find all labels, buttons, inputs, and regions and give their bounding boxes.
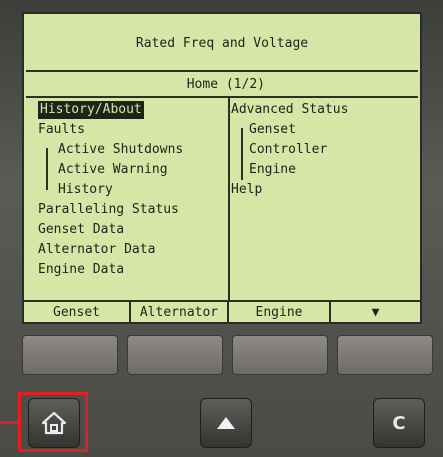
tree-connector-faults: [46, 148, 48, 190]
menu-item-history[interactable]: History: [38, 180, 226, 200]
menu-item-controller[interactable]: Controller: [231, 140, 411, 160]
c-button[interactable]: C: [373, 398, 425, 448]
triangle-up-icon: [217, 417, 235, 429]
soft-label-engine: Engine: [229, 302, 331, 324]
soft-label-alternator: Alternator: [131, 302, 229, 324]
up-button[interactable]: [200, 398, 252, 448]
home-icon: [41, 411, 67, 435]
menu-item-active-warning[interactable]: Active Warning: [38, 160, 226, 180]
soft-label-more: ▼: [371, 305, 380, 320]
soft-key-3-button[interactable]: [232, 335, 328, 375]
left-menu-list: History/About Faults Active Shutdowns Ac…: [38, 100, 226, 280]
soft-label-genset: Genset: [24, 302, 131, 324]
lcd-screen: Rated Freq and Voltage Home (1/2) Histor…: [22, 12, 422, 324]
home-button[interactable]: [28, 398, 80, 448]
right-menu-list: Advanced Status Genset Controller Engine…: [231, 100, 411, 200]
screen-title: Rated Freq and Voltage: [135, 36, 309, 51]
menu-item-paralleling-status[interactable]: Paralleling Status: [38, 200, 226, 220]
menu-item-alternator-data[interactable]: Alternator Data: [38, 240, 226, 260]
menu-item-active-shutdowns[interactable]: Active Shutdowns: [38, 140, 226, 160]
menu-item-help[interactable]: Help: [231, 180, 411, 200]
soft-key-1-button[interactable]: [22, 335, 118, 375]
page-indicator: Home (1/2): [186, 77, 265, 92]
menu-item-advanced-status[interactable]: Advanced Status: [231, 100, 411, 120]
title-divider: [26, 70, 418, 72]
highlight-pointer: [0, 421, 18, 424]
menu-item-history-about[interactable]: History/About: [38, 100, 226, 120]
menu-item-genset-data[interactable]: Genset Data: [38, 220, 226, 240]
menu-item-engine[interactable]: Engine: [231, 160, 411, 180]
column-divider: [228, 98, 230, 302]
soft-key-2-button[interactable]: [127, 335, 223, 375]
menu-item-engine-data[interactable]: Engine Data: [38, 260, 226, 280]
header-divider: [26, 96, 418, 98]
soft-key-4-button[interactable]: [337, 335, 433, 375]
c-button-label: C: [392, 412, 406, 434]
soft-key-labels: Genset Alternator Engine ▼: [24, 300, 420, 326]
menu-item-genset[interactable]: Genset: [231, 120, 411, 140]
menu-item-faults[interactable]: Faults: [38, 120, 226, 140]
tree-connector-advanced: [241, 128, 243, 180]
